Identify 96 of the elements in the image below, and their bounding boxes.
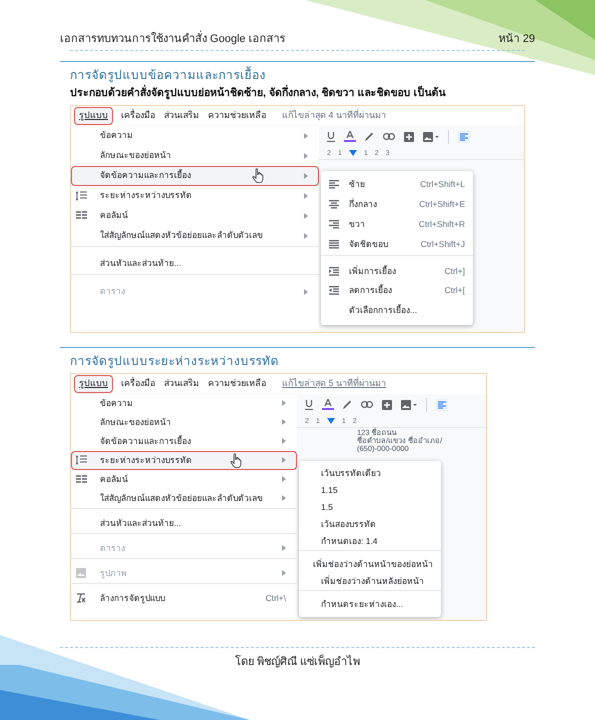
menu-item[interactable]: ลักษณะของย่อหน้า — [71, 412, 297, 432]
align-center-icon — [329, 200, 339, 210]
submenu-item[interactable]: เพิ่มการเยื้อง Ctrl+] — [321, 254, 473, 281]
menu-bar-item[interactable]: รูปแบบ — [74, 374, 113, 393]
align-left-icon — [329, 180, 339, 190]
submenu-arrow-icon — [304, 172, 308, 179]
indent-marker-icon — [326, 418, 335, 424]
submenu-arrow-icon — [282, 570, 286, 576]
submenu-arrow-icon — [282, 438, 286, 444]
submenu-item[interactable]: กำหนดระยะห่างเอง... — [299, 590, 441, 613]
menu-item[interactable]: ระยะห่างระหว่างบรรทัด — [71, 450, 297, 470]
add-comment-icon — [382, 400, 392, 410]
indent-marker-icon — [348, 150, 357, 156]
menu-bar-item[interactable]: เครื่องมือ — [120, 106, 156, 125]
submenu-item[interactable]: เว้นสองบรรทัด — [299, 516, 441, 533]
shortcut-text: Ctrl+Shift+E — [419, 198, 465, 212]
add-comment-icon — [404, 132, 414, 142]
menu-item[interactable]: คอลัมน์ — [71, 470, 297, 489]
submenu-item[interactable]: กึ่งกลาง Ctrl+Shift+E — [321, 194, 473, 215]
columns-icon — [76, 211, 86, 220]
underline-icon — [327, 132, 335, 142]
submenu-item[interactable]: เพิ่มช่องว่างด้านหน้าของย่อหน้า — [299, 550, 441, 573]
submenu-arrow-icon — [282, 457, 286, 464]
submenu-item[interactable]: ซ้าย Ctrl+Shift+L — [321, 174, 473, 195]
menu-bar-item[interactable]: เครื่องมือ — [120, 374, 156, 393]
submenu-item[interactable]: ขวา Ctrl+Shift+R — [321, 214, 473, 235]
menu-item[interactable]: คอลัมน์ — [71, 206, 319, 226]
menu-item[interactable]: ลักษณะของย่อหน้า — [71, 146, 319, 166]
submenu-arrow-icon — [304, 232, 308, 239]
insert-image-icon — [401, 400, 417, 410]
submenu-arrow-icon — [282, 545, 286, 552]
section-heading: การจัดรูปแบบระยะห่างระหว่างบรรทัด — [70, 352, 280, 370]
shortcut-text: Ctrl+] — [444, 264, 465, 278]
clear-format-icon — [76, 593, 86, 604]
submenu-item[interactable]: จัดชิดขอบ Ctrl+Shift+J — [321, 234, 473, 255]
menu-bar-item[interactable]: รูปแบบ — [74, 106, 113, 125]
submenu-arrow-icon — [304, 192, 308, 199]
hand-cursor-icon — [252, 168, 264, 184]
text-color-icon — [322, 399, 334, 410]
columns-icon — [76, 474, 86, 484]
shortcut-text: Ctrl+Shift+J — [420, 238, 465, 252]
menu-item[interactable]: ข้อความ — [71, 126, 319, 146]
submenu-arrow-icon — [304, 152, 308, 159]
submenu-arrow-icon — [304, 212, 308, 219]
section-heading: การจัดรูปแบบข้อความและการเยื้อง — [70, 66, 267, 84]
submenu-item[interactable]: เพิ่มช่องว่างด้านหลังย่อหน้า — [299, 572, 441, 590]
text-color-icon — [344, 131, 356, 142]
submenu-item[interactable]: 1.5 — [299, 498, 441, 516]
menu-bar-item[interactable]: ความช่วยเหลือ — [207, 106, 267, 125]
submenu-item[interactable]: ลดการเยื้อง Ctrl+[ — [321, 280, 473, 301]
line-spacing-icon — [76, 455, 86, 466]
hand-cursor-icon — [230, 452, 242, 468]
last-edit-link[interactable]: แก้ไขล่าสุด 5 นาทีที่ผ่านมา — [282, 377, 386, 390]
justify-icon — [329, 240, 339, 250]
shortcut-text: Ctrl+Shift+R — [418, 218, 465, 232]
submenu-arrow-icon — [304, 288, 308, 295]
submenu-item[interactable]: กำหนดเอง: 1.4 — [299, 532, 441, 550]
indent-less-icon — [329, 286, 339, 296]
submenu-arrow-icon — [304, 132, 308, 139]
indent-more-icon — [329, 266, 339, 276]
menu-item[interactable]: ใส่สัญลักษณ์แสดงหัวข้อย่อยและลำดับตัวเลข — [71, 226, 319, 246]
align-left-icon — [436, 398, 448, 411]
shortcut-text: Ctrl+Shift+L — [420, 178, 465, 192]
align-right-icon — [329, 220, 339, 230]
link-icon — [361, 401, 373, 408]
align-left-icon — [458, 130, 470, 143]
header-title: เอกสารทบทวนการใช้งานคำสั่ง Google เอกสาร — [60, 30, 286, 46]
insert-image-icon — [423, 132, 439, 142]
last-edit-link[interactable]: แก้ไขล่าสุด 4 นาทีที่ผ่านมา — [282, 109, 386, 122]
menu-item[interactable]: ข้อความ — [71, 394, 297, 413]
submenu-item[interactable]: เว้นบรรทัดเดียว — [299, 464, 441, 482]
page-number: หน้า 29 — [498, 32, 535, 46]
section-description: ประกอบด้วยคำสั่งจัดรูปแบบย่อหน้าชิดซ้าย, จัดกึ่งกลาง, ชิดขวา และชิดขอบ เป็นต้น — [70, 86, 525, 102]
line-spacing-icon — [76, 190, 86, 201]
submenu-arrow-icon — [282, 476, 286, 482]
footer-author: โดย พิชญ์ศิณี แซ่เพ็ญอำไพ — [234, 654, 362, 670]
shortcut-text: Ctrl+\ — [265, 592, 286, 605]
submenu-item[interactable]: 1.15 — [299, 482, 441, 499]
menu-item[interactable]: จัดข้อความและการเยื้อง — [71, 432, 297, 451]
image-icon — [76, 568, 86, 578]
submenu-arrow-icon — [282, 495, 286, 502]
menu-bar-item[interactable]: ความช่วยเหลือ — [207, 374, 267, 393]
menu-bar-item[interactable]: ส่วนเสริม — [163, 374, 200, 393]
submenu-arrow-icon — [282, 400, 286, 406]
menu-item[interactable]: ระยะห่างระหว่างบรรทัด — [71, 186, 319, 206]
shortcut-text: Ctrl+[ — [444, 284, 465, 298]
highlighter-icon — [343, 400, 352, 410]
submenu-item[interactable]: ตัวเลือกการเยื้อง... — [321, 300, 473, 321]
submenu-arrow-icon — [282, 419, 286, 426]
underline-icon — [305, 400, 313, 410]
menu-item[interactable]: ใส่สัญลักษณ์แสดงหัวข้อย่อยและลำดับตัวเลข — [71, 488, 297, 508]
highlighter-icon — [365, 132, 374, 142]
link-icon — [383, 133, 395, 140]
menu-item[interactable]: ล้างการจัดรูปแบบ Ctrl+\ — [71, 582, 297, 608]
menu-bar-item[interactable]: ส่วนเสริม — [163, 106, 200, 125]
menu-item[interactable]: จัดข้อความและการเยื้อง — [71, 166, 319, 186]
